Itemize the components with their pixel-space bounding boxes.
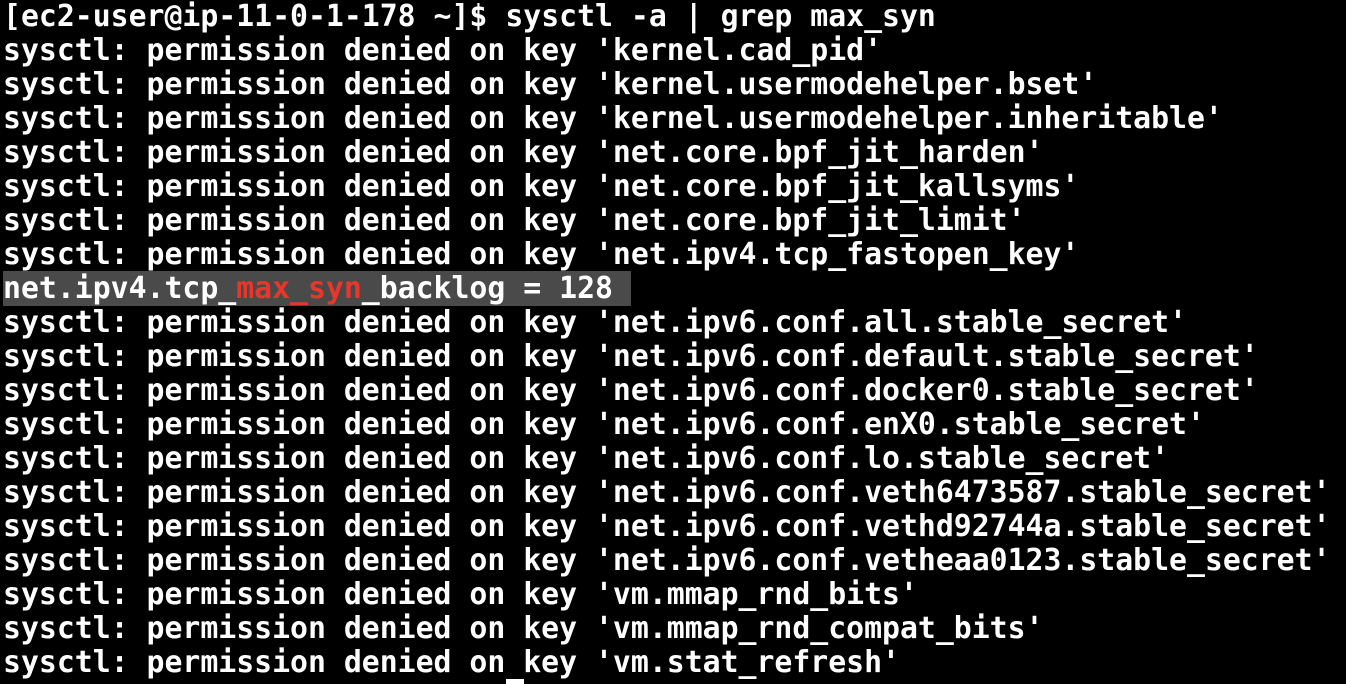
selection-highlight: net.ipv4.tcp_max_syn_backlog = 128	[3, 271, 631, 306]
output-line: sysctl: permission denied on key 'net.ip…	[3, 475, 1331, 510]
output-line: sysctl: permission denied on key 'net.ip…	[3, 441, 1170, 476]
grep-match: max_syn	[236, 271, 362, 306]
output-line: sysctl: permission denied on key 'net.ip…	[3, 339, 1259, 374]
matched-output-line: net.ipv4.tcp_max_syn_backlog = 128	[3, 271, 1346, 306]
output-line: sysctl: permission denied on key 'net.co…	[3, 135, 1044, 170]
output-line: sysctl: permission denied on key 'net.co…	[3, 203, 1026, 238]
terminal-window[interactable]: [ec2-user@ip-11-0-1-178 ~]$ sysctl -a | …	[3, 0, 1346, 684]
match-prefix: net.ipv4.tcp_	[3, 271, 237, 306]
output-line: sysctl: permission denied on key 'kernel…	[3, 101, 1223, 136]
output-line: sysctl: permission denied on key 'net.ip…	[3, 543, 1331, 578]
command-text: sysctl -a | grep max_syn	[505, 0, 936, 34]
output-line: sysctl: permission denied on key 'net.co…	[3, 169, 1080, 204]
output-line: sysctl: permission denied on key 'net.ip…	[3, 509, 1331, 544]
output-line: sysctl: permission denied on key 'net.ip…	[3, 407, 1205, 442]
output-line: sysctl: permission denied on key 'vm.mma…	[3, 577, 918, 612]
text-cursor	[506, 679, 524, 684]
match-suffix: _backlog = 128	[361, 271, 631, 306]
output-line: sysctl: permission denied on key 'kernel…	[3, 67, 1098, 102]
shell-prompt: [ec2-user@ip-11-0-1-178 ~]$	[3, 0, 506, 34]
command-line: [ec2-user@ip-11-0-1-178 ~]$ sysctl -a | …	[3, 0, 1346, 34]
output-line: sysctl: permission denied on key 'kernel…	[3, 33, 883, 68]
output-line: sysctl: permission denied on key 'net.ip…	[3, 237, 1080, 272]
output-line: sysctl: permission denied on key 'vm.sta…	[3, 645, 900, 680]
output-line: sysctl: permission denied on key 'net.ip…	[3, 373, 1259, 408]
output-line: sysctl: permission denied on key 'net.ip…	[3, 305, 1187, 340]
output-line: sysctl: permission denied on key 'vm.mma…	[3, 611, 1044, 646]
